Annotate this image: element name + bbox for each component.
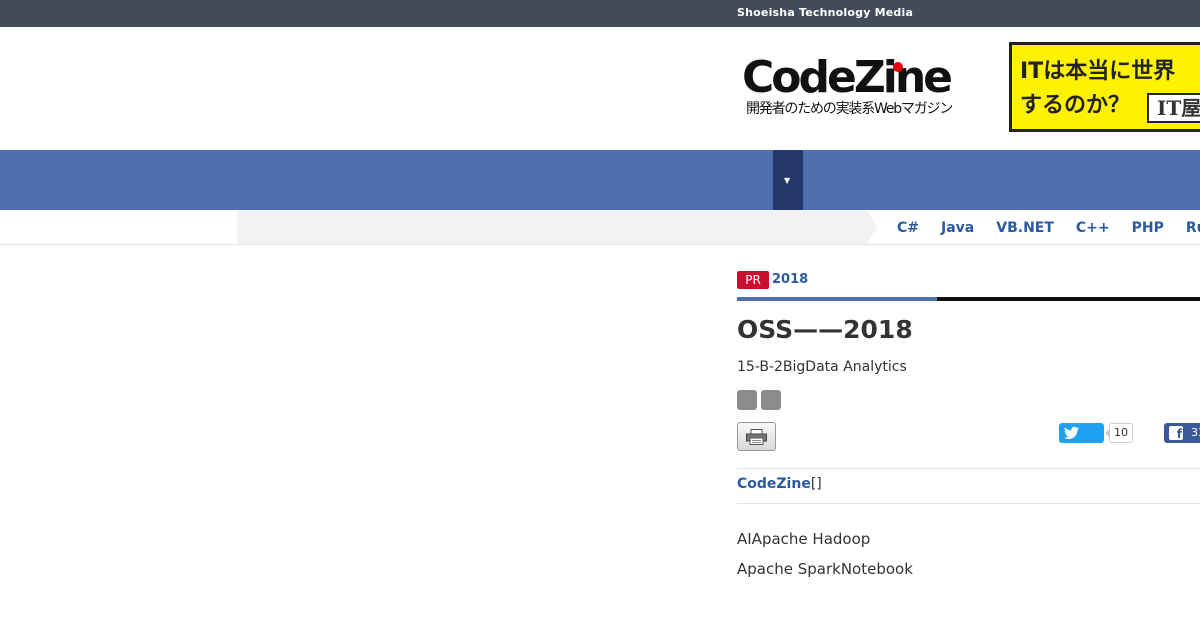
- divider: [737, 503, 1200, 504]
- main-nav: ▼: [0, 150, 1200, 210]
- publisher-name[interactable]: Shoeisha Technology Media: [737, 6, 913, 19]
- lang-link-java[interactable]: Java: [941, 220, 974, 236]
- category-link[interactable]: 2018: [772, 272, 808, 287]
- lang-link-php[interactable]: PHP: [1132, 220, 1164, 236]
- pr-badge: PR: [737, 271, 769, 289]
- logo-dot-icon: [893, 62, 903, 72]
- breadcrumb-area: [237, 210, 867, 244]
- divider: [737, 468, 1200, 469]
- lang-link-ruby[interactable]: Ruby: [1186, 220, 1200, 236]
- facebook-share-button[interactable]: f 33: [1164, 423, 1200, 443]
- lang-link-vbnet[interactable]: VB.NET: [996, 220, 1054, 236]
- facebook-share-count: 33: [1191, 426, 1200, 439]
- language-links: C# Java VB.NET C++ PHP Ruby: [897, 220, 1200, 236]
- tweet-count: 10: [1105, 423, 1133, 443]
- article-subtitle: 15-B-2BigData Analytics: [737, 359, 907, 375]
- nav-dropdown-button[interactable]: ▼: [773, 150, 803, 210]
- print-button[interactable]: [737, 422, 776, 451]
- title-rule: [937, 297, 1200, 301]
- twitter-bird-icon: [1064, 426, 1079, 439]
- source-suffix: []: [810, 476, 822, 492]
- tag-chip[interactable]: [761, 390, 781, 410]
- tag-chip[interactable]: [737, 390, 757, 410]
- article-title: OSS——2018: [737, 315, 913, 344]
- source-link[interactable]: CodeZine: [737, 476, 811, 492]
- printer-icon: [746, 429, 767, 445]
- ad-banner[interactable]: ITは本当に世界 するのか？ IT屋: [1009, 42, 1200, 132]
- ad-banner-body: ITは本当に世界 するのか？ IT屋: [1012, 45, 1200, 129]
- ad-banner-box: IT屋: [1147, 93, 1200, 123]
- tweet-button[interactable]: [1059, 423, 1104, 443]
- lang-link-csharp[interactable]: C#: [897, 220, 919, 236]
- article-paragraph-2: Apache SparkNotebook: [737, 560, 913, 578]
- site-logo[interactable]: CodeZine 開発者のための実装系Webマガジン: [742, 56, 972, 120]
- top-bar: Shoeisha Technology Media: [0, 0, 1200, 27]
- logo-tagline: 開発者のための実装系Webマガジン: [746, 101, 953, 117]
- ad-banner-line-1: ITは本当に世界: [1020, 59, 1176, 84]
- article-paragraph-1: AIApache Hadoop: [737, 530, 871, 548]
- caret-down-icon: ▼: [784, 176, 791, 185]
- logo-wordmark: CodeZine: [742, 52, 953, 103]
- article-source: CodeZine[]: [737, 476, 822, 492]
- facebook-icon: f: [1169, 426, 1183, 441]
- breadcrumb-arrow: [867, 210, 877, 244]
- lang-link-cpp[interactable]: C++: [1076, 220, 1110, 236]
- title-rule-accent: [737, 297, 937, 301]
